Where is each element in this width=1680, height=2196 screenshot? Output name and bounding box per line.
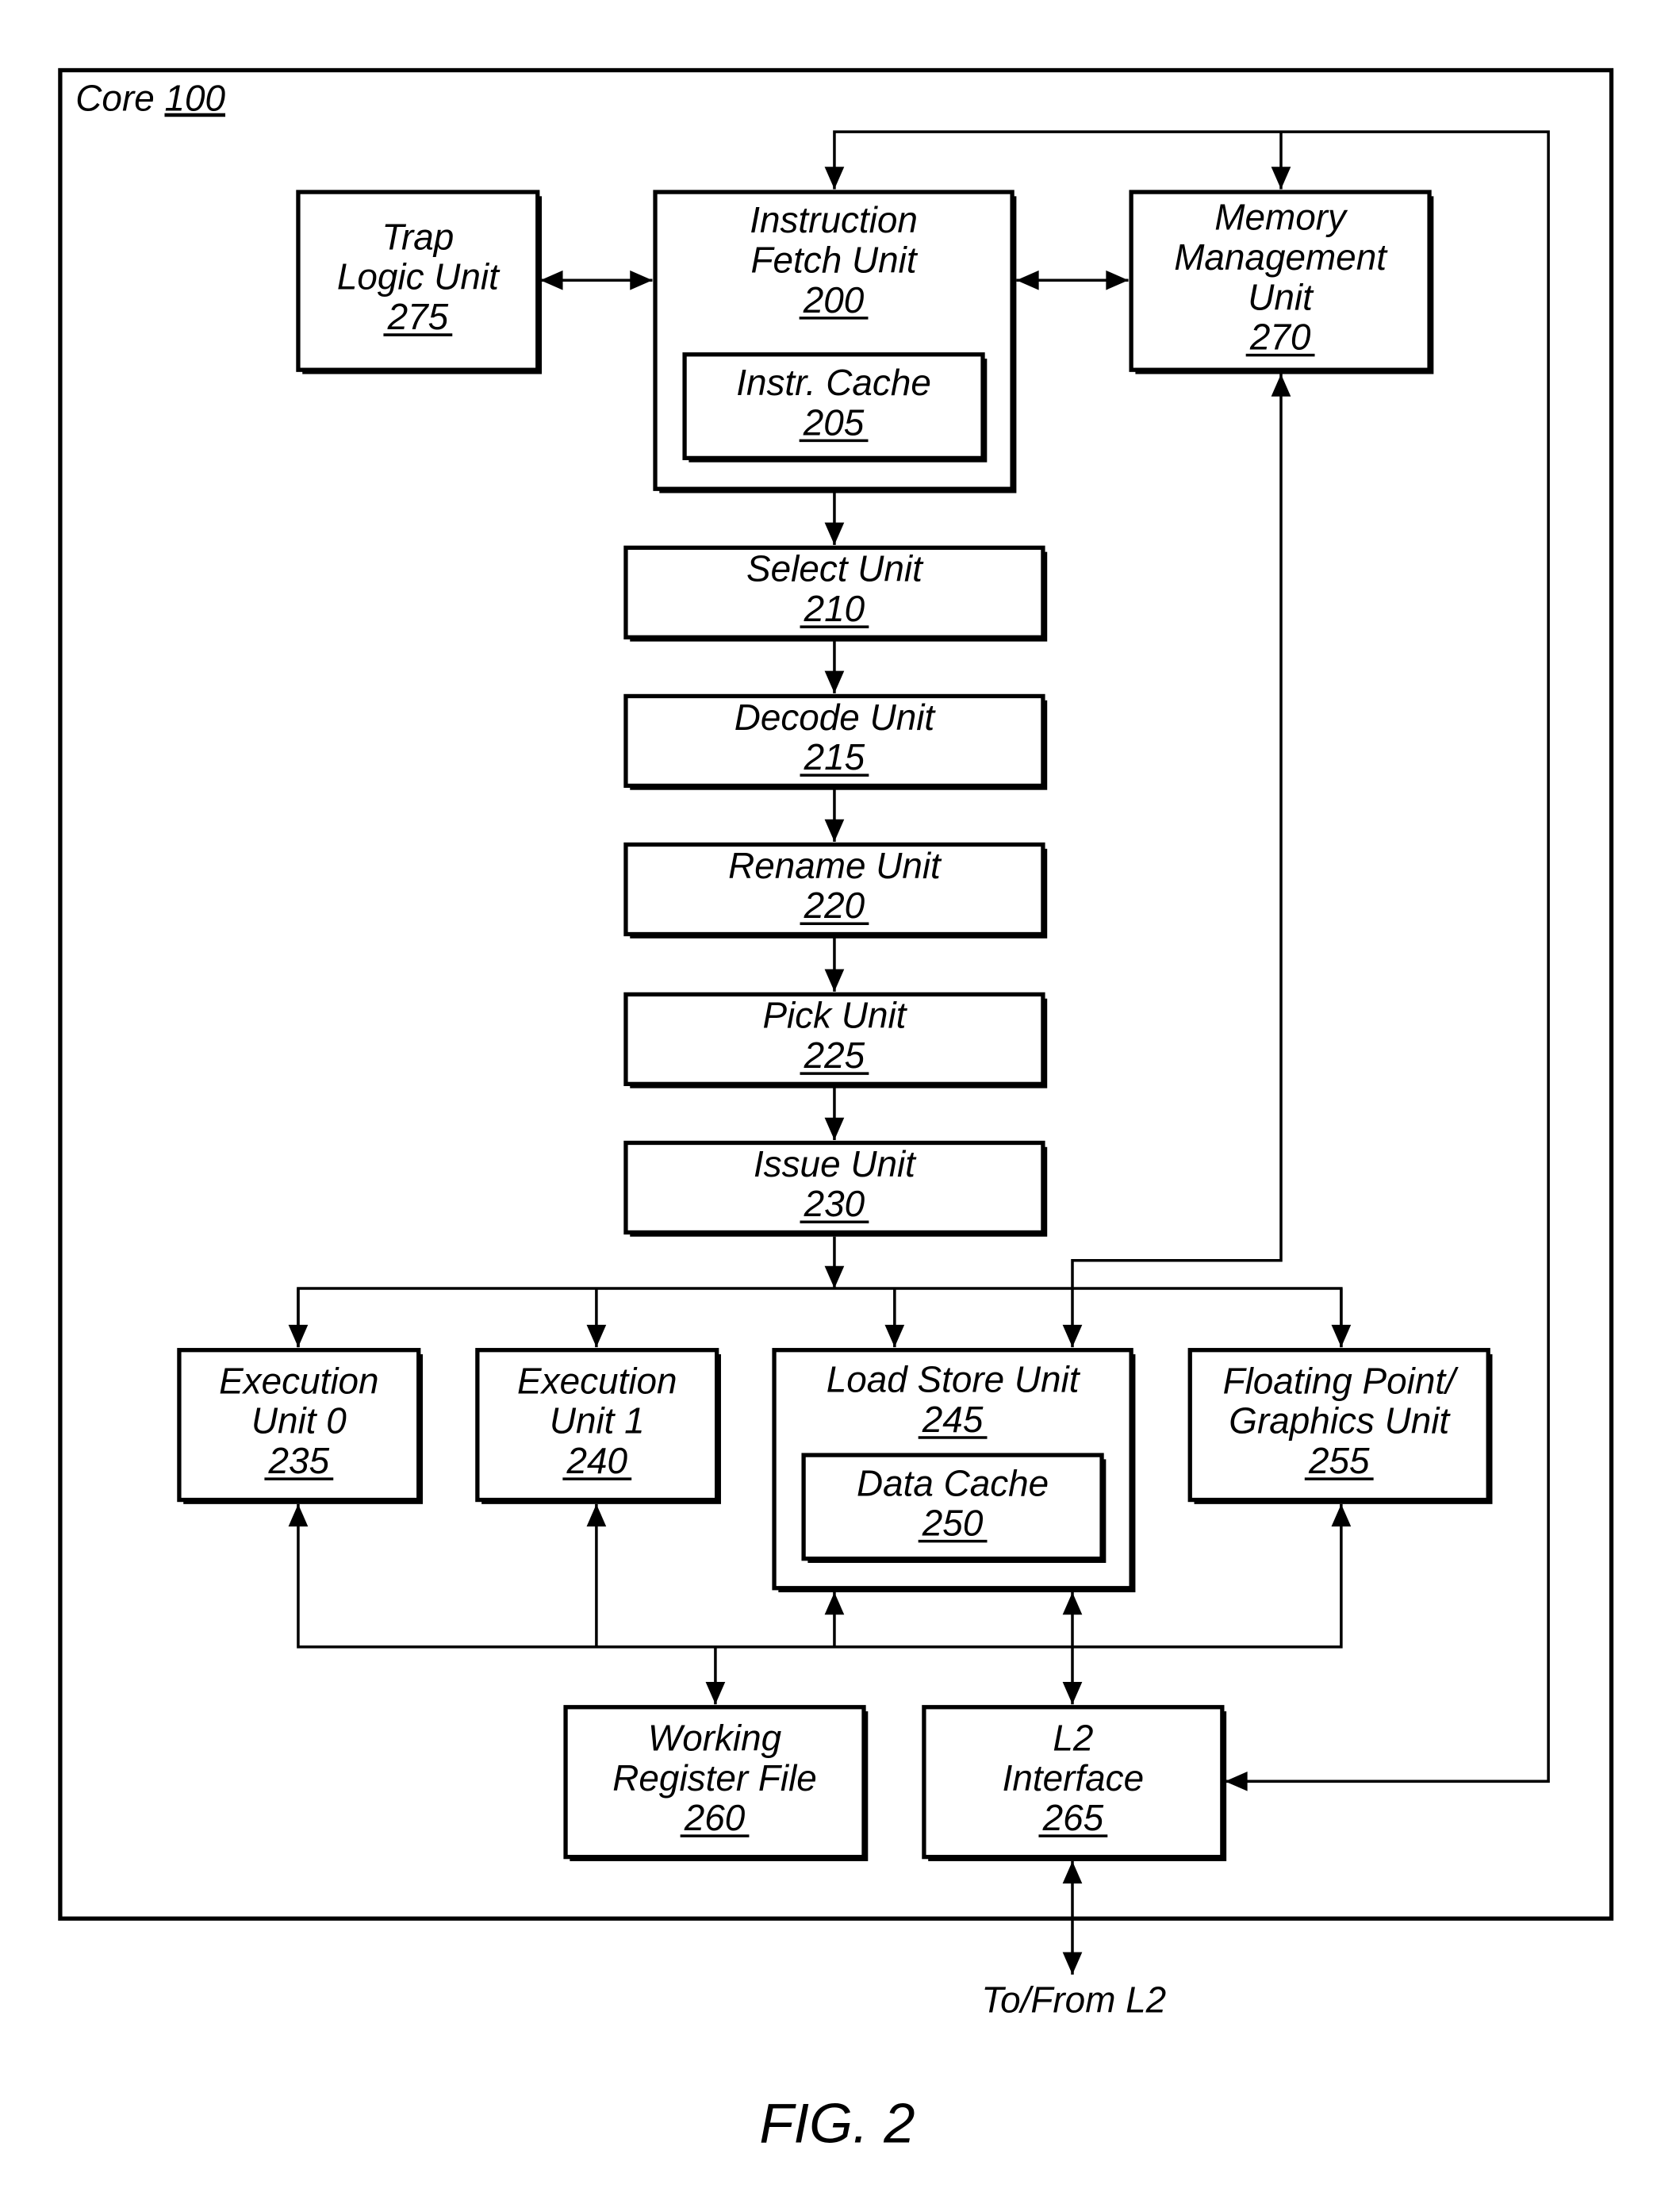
- block-label-line: Working: [648, 1717, 782, 1758]
- working-register-file-block: WorkingRegister File260: [563, 1705, 869, 1861]
- external-l2-label: To/From L2: [981, 1979, 1166, 2021]
- block-reference-number: 260: [684, 1797, 746, 1838]
- arrowhead-icon: [824, 522, 845, 545]
- block-label-line: Register File: [612, 1757, 817, 1799]
- block-label-line: Graphics Unit: [1229, 1400, 1451, 1442]
- arrowhead-icon: [824, 819, 845, 843]
- block-reference-number: 205: [803, 401, 865, 443]
- arrowhead-icon: [1062, 1682, 1083, 1705]
- block-label-line: Select Unit: [746, 548, 924, 589]
- core-ref: 100: [164, 78, 225, 119]
- block-label-line: Fetch Unit: [751, 240, 919, 281]
- block-reference-number: 250: [922, 1503, 984, 1544]
- block-reference-number: 225: [804, 1035, 865, 1076]
- block-label-line: Decode Unit: [735, 697, 937, 738]
- arrowhead-icon: [1331, 1503, 1352, 1527]
- block-reference-number: 230: [804, 1183, 865, 1224]
- block-label-line: Unit 0: [251, 1400, 347, 1442]
- block-label-line: Instruction: [750, 199, 918, 240]
- block-reference-number: 220: [804, 885, 865, 926]
- arrowhead-icon: [1062, 1952, 1083, 1975]
- block-label-line: L2: [1053, 1717, 1093, 1758]
- block-reference-number: 215: [804, 736, 865, 777]
- floating-point-graphics-unit-block: Floating Point/Graphics Unit255: [1187, 1348, 1493, 1504]
- arrowhead-icon: [824, 1117, 845, 1140]
- block-label-line: Management: [1174, 236, 1388, 278]
- block-label-line: Load Store Unit: [827, 1359, 1081, 1400]
- l2-interface-block: L2Interface265: [922, 1705, 1227, 1861]
- core-label: Core 100: [75, 78, 225, 119]
- block-reference-number: 275: [387, 296, 449, 337]
- block-label-line: Unit 1: [550, 1400, 645, 1442]
- arrowhead-icon: [1062, 1592, 1083, 1615]
- arrowhead-icon: [824, 1265, 845, 1289]
- arrowhead-icon: [1271, 374, 1291, 397]
- block-label-line: Issue Unit: [754, 1143, 917, 1184]
- execution-unit-0-block: ExecutionUnit 0235: [177, 1348, 424, 1504]
- core-block-diagram: Core 100 TrapLogic Unit275 InstructionFet…: [58, 67, 1614, 2155]
- data-cache-block: Data Cache250: [801, 1453, 1107, 1563]
- arrowhead-icon: [630, 270, 653, 290]
- block-reference-number: 265: [1042, 1797, 1104, 1838]
- arrowhead-icon: [1062, 1324, 1083, 1348]
- block-reference-number: 240: [566, 1440, 627, 1481]
- issue-unit-block: Issue Unit230: [623, 1140, 1048, 1237]
- arrowhead-icon: [540, 270, 563, 290]
- arrowhead-icon: [884, 1324, 905, 1348]
- memory-management-unit-block: MemoryManagementUnit270: [1129, 190, 1434, 374]
- arrowhead-icon: [1331, 1324, 1352, 1348]
- block-reference-number: 270: [1249, 317, 1311, 358]
- block-reference-number: 210: [804, 588, 865, 629]
- trap-logic-unit-block: TrapLogic Unit275: [296, 190, 543, 374]
- block-reference-number: 200: [803, 279, 865, 321]
- arrowhead-icon: [1106, 270, 1129, 290]
- block-label-line: Logic Unit: [337, 256, 501, 298]
- arrowhead-icon: [824, 1592, 845, 1615]
- arrowhead-icon: [288, 1503, 309, 1527]
- pick-unit-block: Pick Unit225: [623, 992, 1048, 1088]
- arrowhead-icon: [824, 670, 845, 693]
- block-reference-number: 235: [268, 1440, 330, 1481]
- block-label-line: Unit: [1248, 276, 1314, 317]
- select-unit-block: Select Unit210: [623, 545, 1048, 642]
- arrowhead-icon: [824, 167, 845, 190]
- block-label-line: Execution: [219, 1360, 378, 1401]
- decode-unit-block: Decode Unit215: [623, 693, 1048, 790]
- block-label-line: Data Cache: [857, 1462, 1049, 1503]
- block-label-line: Floating Point/: [1223, 1360, 1459, 1401]
- instruction-cache-block: Instr. Cache205: [682, 352, 988, 463]
- arrowhead-icon: [824, 969, 845, 992]
- wire-issue-bus: [297, 1287, 1343, 1348]
- wire-lsu-mmu: [1071, 374, 1283, 1348]
- execution-unit-1-block: ExecutionUnit 1240: [475, 1348, 721, 1504]
- block-reference-number: 245: [922, 1399, 984, 1440]
- arrowhead-icon: [1062, 1860, 1083, 1884]
- rename-unit-block: Rename Unit220: [623, 842, 1048, 939]
- arrowhead-icon: [1016, 270, 1039, 290]
- figure-title: FIG. 2: [759, 2092, 915, 2155]
- arrowhead-icon: [1225, 1771, 1248, 1791]
- block-label-line: Pick Unit: [762, 995, 907, 1036]
- block-label-line: Interface: [1003, 1757, 1145, 1799]
- block-label-line: Memory: [1214, 197, 1348, 238]
- arrowhead-icon: [586, 1503, 607, 1527]
- arrowhead-icon: [705, 1682, 726, 1705]
- block-label-line: Rename Unit: [728, 845, 942, 886]
- arrowhead-icon: [288, 1324, 309, 1348]
- arrowhead-icon: [1271, 167, 1291, 190]
- arrowhead-icon: [586, 1324, 607, 1348]
- block-label-line: Execution: [517, 1360, 677, 1401]
- block-label-line: Trap: [382, 216, 454, 257]
- block-label-line: Instr. Cache: [736, 362, 931, 403]
- block-reference-number: 255: [1308, 1440, 1370, 1481]
